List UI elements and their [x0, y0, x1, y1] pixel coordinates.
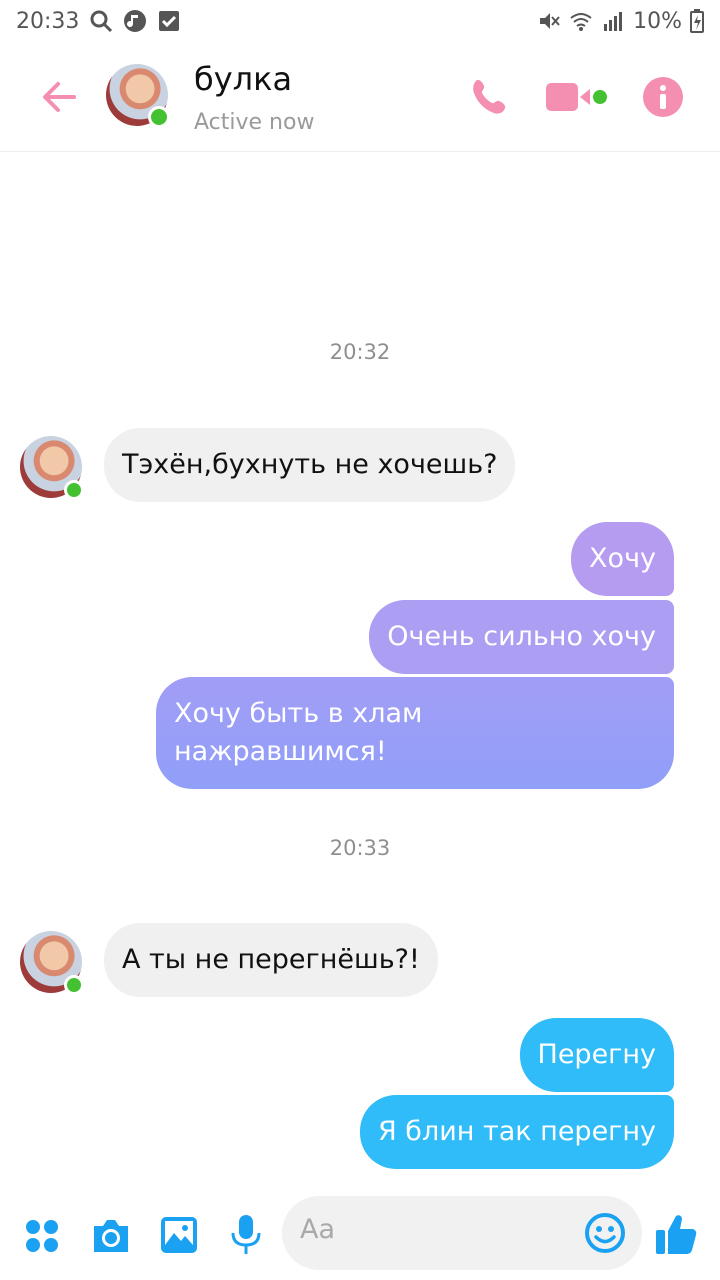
- contact-status: Active now: [194, 110, 315, 135]
- outgoing-message[interactable]: Перегну: [519, 1018, 674, 1092]
- outgoing-message[interactable]: Очень сильно хочу: [369, 600, 674, 674]
- info-icon[interactable]: [642, 76, 684, 118]
- incoming-message[interactable]: Тэхён,бухнуть не хочешь?: [104, 428, 516, 502]
- back-arrow-icon[interactable]: [36, 72, 86, 122]
- message-avatar[interactable]: [20, 436, 84, 500]
- outgoing-message[interactable]: Хочу: [571, 522, 674, 596]
- message-input[interactable]: Aa: [282, 1196, 642, 1270]
- outgoing-message[interactable]: Я блин так перегну: [359, 1095, 674, 1169]
- message-composer: Aa: [0, 1192, 720, 1280]
- contact-avatar[interactable]: [106, 64, 170, 128]
- status-bar: 20:33 10%: [0, 0, 720, 42]
- online-indicator: [148, 106, 170, 128]
- message-avatar[interactable]: [20, 931, 84, 995]
- outgoing-message[interactable]: Хочу быть в хлам нажравшимся!: [156, 677, 674, 789]
- music-icon: [124, 10, 147, 32]
- online-indicator: [64, 975, 84, 995]
- camera-icon[interactable]: [90, 1218, 132, 1254]
- menu-dots-icon[interactable]: [24, 1218, 60, 1254]
- status-time: 20:33: [16, 8, 80, 34]
- battery-percent: 10%: [633, 8, 682, 34]
- contact-name[interactable]: булка: [194, 60, 292, 98]
- chat-header: булка Active now: [0, 42, 720, 152]
- thumbs-up-icon[interactable]: [654, 1212, 698, 1256]
- signal-icon: [604, 12, 623, 31]
- emoji-icon[interactable]: [584, 1212, 626, 1254]
- wifi-icon: [570, 13, 592, 31]
- checkbox-icon: [159, 11, 180, 31]
- mic-icon[interactable]: [230, 1214, 262, 1256]
- battery-icon: [690, 9, 704, 33]
- timestamp: 20:33: [329, 836, 391, 860]
- mute-icon: [540, 13, 560, 29]
- gallery-icon[interactable]: [160, 1216, 198, 1254]
- incoming-message[interactable]: А ты не перегнёшь?!: [104, 923, 438, 997]
- message-input-placeholder: Aa: [300, 1214, 336, 1245]
- online-indicator: [64, 480, 84, 500]
- phone-icon[interactable]: [468, 76, 510, 118]
- search-icon: [90, 10, 113, 33]
- video-icon[interactable]: [544, 77, 608, 117]
- timestamp: 20:32: [329, 340, 391, 364]
